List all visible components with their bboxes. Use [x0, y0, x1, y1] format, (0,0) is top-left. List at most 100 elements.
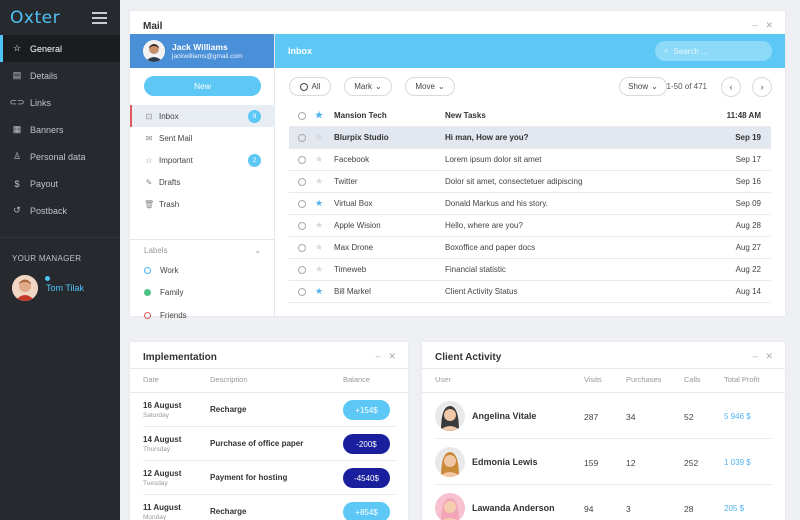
select-checkbox[interactable]	[298, 199, 306, 208]
folder-drafts[interactable]: ✎ Drafts	[130, 171, 275, 193]
star-icon[interactable]: ★	[315, 286, 325, 297]
button-label: All	[311, 82, 321, 91]
chevron-down-icon: ⌄	[651, 82, 658, 91]
inbox-icon: ⊡	[145, 111, 153, 121]
close-icon[interactable]: ✕	[765, 20, 773, 31]
client-visits: 287	[584, 412, 599, 422]
message-row[interactable]: ★ Mansion Tech New Tasks 11:48 AM	[289, 105, 771, 127]
new-mail-button[interactable]: New	[144, 76, 261, 96]
next-page-button[interactable]: ›	[752, 77, 772, 97]
star-icon[interactable]: ★	[315, 242, 325, 253]
sidebar-item-payout[interactable]: $ Payout	[0, 170, 120, 197]
client-purchases: 34	[626, 412, 636, 422]
label-work[interactable]: Work	[144, 266, 179, 275]
balance-badge[interactable]: -4540$	[343, 468, 390, 488]
select-checkbox[interactable]	[298, 243, 306, 252]
message-row[interactable]: ★ Blurpix Studio Hi man, How are you? Sep 1…	[289, 127, 771, 149]
table-row: 16 August Saturday Recharge +154$	[143, 393, 396, 427]
minimize-icon[interactable]: –	[375, 351, 380, 362]
table-row: Angelina Vitale 287 34 52 5 946 $	[435, 393, 772, 439]
app-logo[interactable]: Oxter	[10, 8, 60, 28]
dollar-icon: $	[14, 178, 20, 189]
client-total-profit: 5 946 $	[724, 412, 751, 421]
message-row[interactable]: ★ Facebook Lorem ipsum dolor sit amet Sep 1…	[289, 149, 771, 171]
trash-icon: 🗑	[144, 199, 155, 209]
select-checkbox[interactable]	[298, 133, 306, 142]
message-row[interactable]: ★ Max Drone Boxoffice and paper docs Aug 27	[289, 237, 771, 259]
star-icon[interactable]: ★	[315, 220, 325, 231]
folder-label: Important	[159, 155, 193, 165]
manager-card[interactable]: Tom Tilak	[12, 275, 84, 301]
message-sender: Timeweb	[334, 265, 367, 274]
folder-trash[interactable]: 🗑 Trash	[130, 193, 275, 215]
folder-inbox[interactable]: ⊡ Inbox 9	[130, 105, 275, 127]
star-icon[interactable]: ★	[315, 110, 325, 121]
star-icon[interactable]: ★	[315, 132, 325, 143]
window-controls: – ✕	[752, 351, 773, 362]
message-row[interactable]: ★ Timeweb Financial statistic Aug 22	[289, 259, 771, 281]
message-date: Aug 28	[735, 221, 761, 230]
balance-badge[interactable]: -200$	[343, 434, 390, 454]
star-icon[interactable]: ★	[315, 154, 325, 165]
star-icon: ☆	[12, 43, 22, 53]
select-checkbox[interactable]	[298, 265, 306, 274]
select-checkbox[interactable]	[298, 221, 306, 230]
select-checkbox[interactable]	[298, 111, 306, 120]
move-dropdown[interactable]: Move ⌄	[405, 77, 455, 96]
balance-badge[interactable]: +154$	[343, 400, 390, 420]
folder-important[interactable]: ☆ Important 2	[130, 149, 275, 171]
label-friends[interactable]: Friends	[144, 311, 187, 320]
sidebar-item-links[interactable]: ⊂⊃ Links	[0, 89, 120, 116]
sidebar-item-postback[interactable]: ↺ Postback	[0, 197, 120, 224]
select-checkbox[interactable]	[298, 155, 306, 164]
select-checkbox[interactable]	[298, 177, 306, 186]
manager-name[interactable]: Tom Tilak	[46, 283, 84, 293]
client-purchases: 12	[626, 458, 636, 468]
sidebar-item-banners[interactable]: ▦ Banners	[0, 116, 120, 143]
message-row[interactable]: ★ Twitter Dolor sit amet, consectetuer adi…	[289, 171, 771, 193]
message-date: Aug 14	[735, 287, 761, 296]
label-text: Family	[160, 288, 184, 297]
star-icon: ☆	[145, 155, 153, 165]
sidebar-item-general[interactable]: ☆ General	[0, 35, 120, 62]
row-date: 11 August	[143, 503, 181, 512]
sidebar-item-label: Personal data	[30, 151, 86, 162]
star-icon[interactable]: ★	[315, 176, 325, 187]
select-checkbox[interactable]	[298, 287, 306, 296]
chevron-down-icon: ⌄	[437, 82, 445, 91]
minimize-icon[interactable]: –	[752, 351, 757, 362]
mark-dropdown[interactable]: Mark ⌄	[344, 77, 392, 96]
column-header-purchases: Purchases	[626, 375, 662, 384]
show-dropdown[interactable]: Show ⌄	[619, 77, 667, 96]
user-profile[interactable]: Jack Williams jackwilliams@gmail.com	[130, 34, 274, 68]
message-row[interactable]: ★ Bill Markel Client Activity Status Aug 14	[289, 281, 771, 303]
client-total-profit: 1 039 $	[724, 458, 751, 467]
table-row: 12 August Tuesday Payment for hosting -4540…	[143, 461, 396, 495]
message-subject: Lorem ipsum dolor sit amet	[445, 155, 542, 164]
message-sender: Apple Wision	[334, 221, 381, 230]
prev-page-button[interactable]: ‹	[721, 77, 741, 97]
message-row[interactable]: ★ Virtual Box Donald Markus and his story.…	[289, 193, 771, 215]
client-name[interactable]: Edmonia Lewis	[472, 457, 538, 467]
sidebar-item-personal-data[interactable]: ♙ Personal data	[0, 143, 120, 170]
client-purchases: 3	[626, 504, 631, 514]
select-all-button[interactable]: All	[289, 77, 331, 96]
menu-icon[interactable]	[92, 12, 107, 24]
star-icon[interactable]: ★	[315, 198, 325, 209]
search-input[interactable]: ⌕ Search ...	[655, 41, 772, 61]
star-icon[interactable]: ★	[315, 264, 325, 275]
labels-header[interactable]: Labels ⌄	[130, 239, 275, 261]
message-sender: Mansion Tech	[334, 111, 387, 120]
label-dot	[144, 267, 151, 274]
folder-sent[interactable]: ✉ Sent Mail	[130, 127, 275, 149]
minimize-icon[interactable]: –	[752, 20, 757, 31]
balance-badge[interactable]: +854$	[343, 502, 390, 520]
message-date: Sep 19	[735, 133, 761, 142]
close-icon[interactable]: ✕	[765, 351, 773, 362]
close-icon[interactable]: ✕	[388, 351, 396, 362]
client-name[interactable]: Angelina Vitale	[472, 411, 536, 421]
sidebar-item-details[interactable]: ▤ Details	[0, 62, 120, 89]
client-name[interactable]: Lawanda Anderson	[472, 503, 555, 513]
message-row[interactable]: ★ Apple Wision Hello, where are you? Aug 28	[289, 215, 771, 237]
label-family[interactable]: Family	[144, 288, 184, 297]
